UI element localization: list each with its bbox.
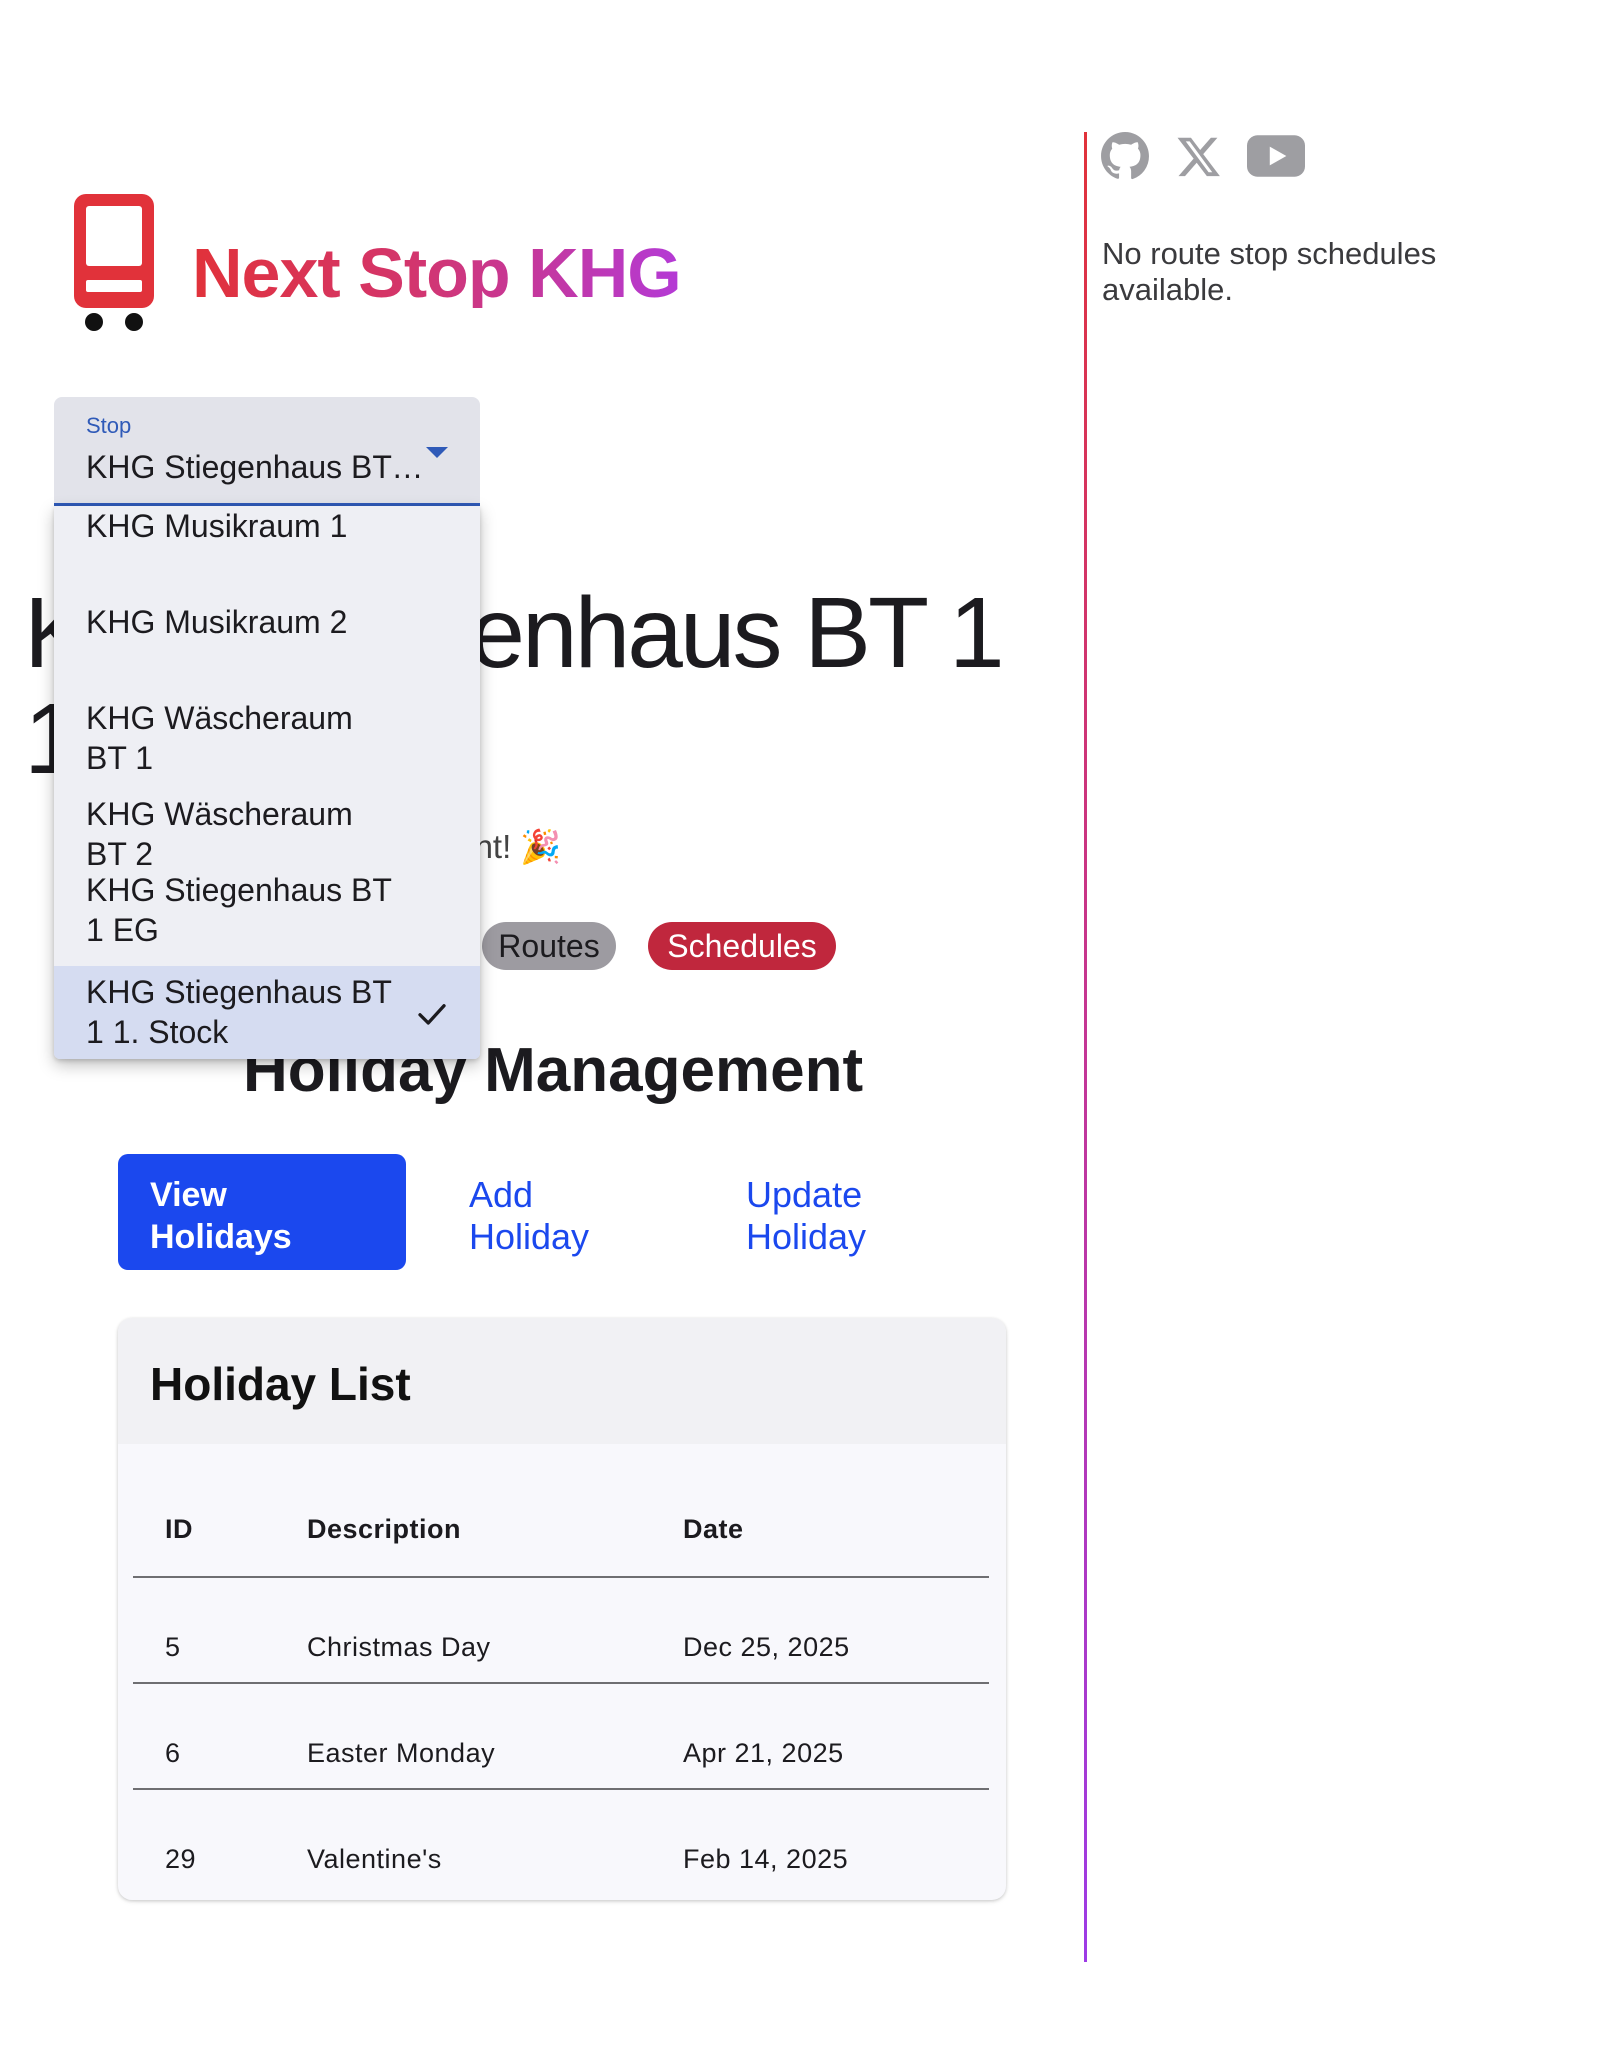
cell-date: Apr 21, 2025 [683, 1738, 844, 1768]
holiday-table: ID Description Date 5 Christmas Day Dec … [133, 1444, 989, 1894]
cell-date: Dec 25, 2025 [683, 1632, 850, 1662]
app-title: Next Stop KHG [192, 234, 682, 312]
view-holidays-button[interactable]: View Holidays [118, 1154, 406, 1270]
dropdown-arrow-icon[interactable] [426, 447, 448, 458]
checkmark-icon [418, 1004, 446, 1025]
x-icon[interactable] [1176, 131, 1222, 181]
menu-item-stiegenhaus-eg[interactable]: KHG Stiegenhaus BT 1 EG [54, 870, 480, 966]
column-header-id: ID [165, 1514, 193, 1544]
holiday-list-title: Holiday List [150, 1358, 411, 1410]
table-row[interactable]: 6 Easter Monday Apr 21, 2025 [133, 1684, 989, 1790]
add-holiday-button[interactable]: Add Holiday [469, 1174, 619, 1258]
holiday-list-card: Holiday List ID Description Date 5 Chris… [118, 1318, 1006, 1900]
youtube-icon[interactable] [1247, 131, 1305, 181]
update-holiday-button[interactable]: Update Holiday [746, 1174, 916, 1258]
no-schedules-message: No route stop schedules available. [1102, 236, 1437, 307]
cell-description: Valentine's [307, 1844, 442, 1874]
table-row[interactable]: 5 Christmas Day Dec 25, 2025 [133, 1578, 989, 1684]
menu-item-label: KHG Stiegenhaus BT 1 1. Stock [86, 974, 392, 1050]
routes-chip[interactable]: Routes [482, 922, 616, 970]
card-header: Holiday List [118, 1318, 1006, 1444]
menu-item-waescheraum-bt1[interactable]: KHG Wäscheraum BT 1 [54, 698, 480, 778]
cell-id: 6 [165, 1738, 181, 1768]
menu-item-label: KHG Stiegenhaus BT 1 EG [86, 872, 392, 948]
table-row[interactable]: 29 Valentine's Feb 14, 2025 [133, 1790, 989, 1894]
menu-item-stiegenhaus-1-stock[interactable]: KHG Stiegenhaus BT 1 1. Stock [54, 966, 480, 1059]
column-header-date: Date [683, 1514, 744, 1544]
cell-description: Christmas Day [307, 1632, 491, 1662]
menu-item-label: KHG Musikraum 1 [86, 508, 348, 544]
vertical-divider [1084, 132, 1087, 1962]
menu-item-label: KHG Wäscheraum BT 2 [86, 796, 353, 872]
schedules-chip[interactable]: Schedules [648, 922, 836, 970]
stop-select[interactable]: Stop KHG Stiegenhaus BT 1 1. Stock [54, 397, 480, 506]
menu-item-label: KHG Musikraum 2 [86, 604, 348, 640]
cell-id: 5 [165, 1632, 181, 1662]
menu-item-label: KHG Wäscheraum BT 1 [86, 700, 353, 776]
bus-logo-icon [74, 194, 154, 331]
stop-menu: KHG Musikraum 1 KHG Musikraum 2 KHG Wäsc… [54, 506, 480, 1059]
stop-select-label: Stop [86, 413, 132, 438]
table-header-row: ID Description Date [133, 1444, 989, 1578]
menu-item-musikraum-1[interactable]: KHG Musikraum 1 [54, 506, 480, 546]
menu-item-musikraum-2[interactable]: KHG Musikraum 2 [54, 602, 480, 642]
cell-description: Easter Monday [307, 1738, 496, 1768]
column-header-description: Description [307, 1514, 462, 1544]
stop-select-value: KHG Stiegenhaus BT 1 1. Stock [86, 449, 426, 485]
menu-item-waescheraum-bt2[interactable]: KHG Wäscheraum BT 2 [54, 794, 480, 874]
cell-date: Feb 14, 2025 [683, 1844, 849, 1874]
github-icon[interactable] [1100, 131, 1150, 181]
cell-id: 29 [165, 1844, 197, 1874]
